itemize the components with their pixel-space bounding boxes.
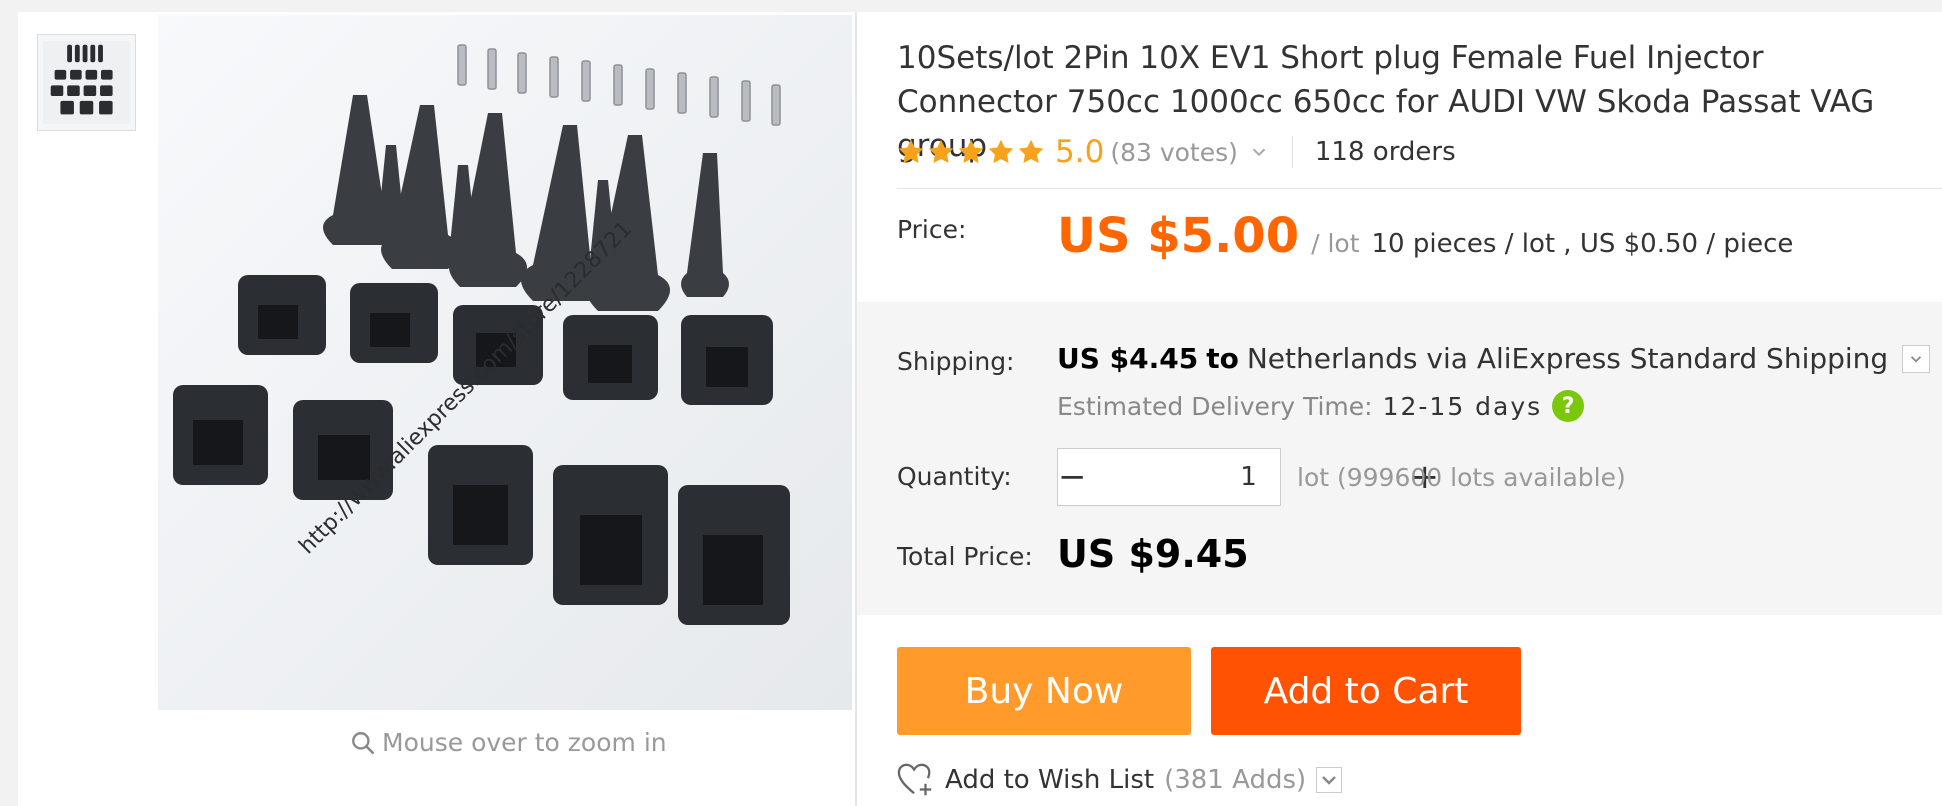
eta-value: 12-15 days [1382, 391, 1543, 421]
votes-link[interactable]: (83 votes) [1110, 138, 1238, 167]
quantity-available: lot (999600 lots available) [1297, 463, 1626, 492]
product-thumbnail[interactable] [37, 34, 136, 131]
magnifier-icon [352, 731, 375, 754]
quantity-label: Quantity: [897, 462, 1012, 491]
star-icon [988, 139, 1014, 163]
buy-now-button[interactable]: Buy Now [897, 647, 1191, 735]
shipping-dropdown[interactable] [1902, 344, 1931, 373]
wish-list: Add to Wish List (381 Adds) [897, 762, 1343, 798]
connector-photo: http://www.aliexpress.com/store/1228721 [158, 15, 852, 710]
quantity-stepper: − + [1057, 448, 1439, 506]
delivery-eta: Estimated Delivery Time: 12-15 days ? [1057, 390, 1585, 422]
orders-count: 118 orders [1314, 137, 1456, 167]
left-edge [0, 12, 18, 806]
star-icon [958, 139, 984, 163]
rating-row: 5.0 (83 votes) 118 orders [897, 132, 1456, 172]
thumbnail-image [43, 40, 130, 125]
total-label: Total Price: [897, 542, 1033, 571]
star-icon [1018, 139, 1044, 163]
shipping-to: to [1206, 342, 1239, 375]
chevron-down-icon[interactable] [1248, 141, 1270, 163]
heart-plus-icon[interactable] [897, 762, 935, 798]
total-value: US $9.45 [1057, 532, 1249, 576]
shipping-line: US $4.45 to Netherlands via AliExpress S… [1057, 342, 1931, 375]
star-icon [898, 139, 924, 163]
zoom-hint: Mouse over to zoom in [350, 728, 667, 757]
product-main-image[interactable]: http://www.aliexpress.com/store/1228721 [158, 15, 852, 710]
rating-separator [1291, 136, 1293, 168]
help-icon[interactable]: ? [1552, 390, 1585, 422]
shipping-destination[interactable]: Netherlands via AliExpress Standard Ship… [1247, 342, 1888, 375]
star-icon [928, 139, 954, 163]
price-unit: / lot [1311, 229, 1360, 258]
wish-dropdown[interactable] [1316, 767, 1343, 793]
top-bar [0, 0, 1942, 12]
chevron-down-icon [1322, 776, 1336, 785]
shipping-amount: US $4.45 [1057, 342, 1199, 375]
price-label: Price: [897, 215, 967, 244]
price-value: US $5.00 [1057, 208, 1300, 264]
rating-score: 5.0 [1055, 134, 1105, 170]
price-detail: 10 pieces / lot , US $0.50 / piece [1371, 229, 1794, 259]
zoom-hint-text: Mouse over to zoom in [382, 728, 667, 757]
star-rating [897, 138, 1045, 166]
wish-adds-count: (381 Adds) [1164, 765, 1307, 795]
shipping-label: Shipping: [897, 347, 1015, 376]
add-to-cart-button[interactable]: Add to Cart [1211, 647, 1521, 735]
quantity-decrease-button[interactable]: − [1058, 449, 1087, 505]
eta-label: Estimated Delivery Time: [1057, 391, 1373, 421]
title-divider [897, 188, 1942, 189]
price-block: US $5.00 / lot 10 pieces / lot , US $0.5… [1057, 208, 1793, 264]
wish-list-link[interactable]: Add to Wish List [945, 765, 1154, 795]
chevron-down-icon [1911, 355, 1922, 363]
